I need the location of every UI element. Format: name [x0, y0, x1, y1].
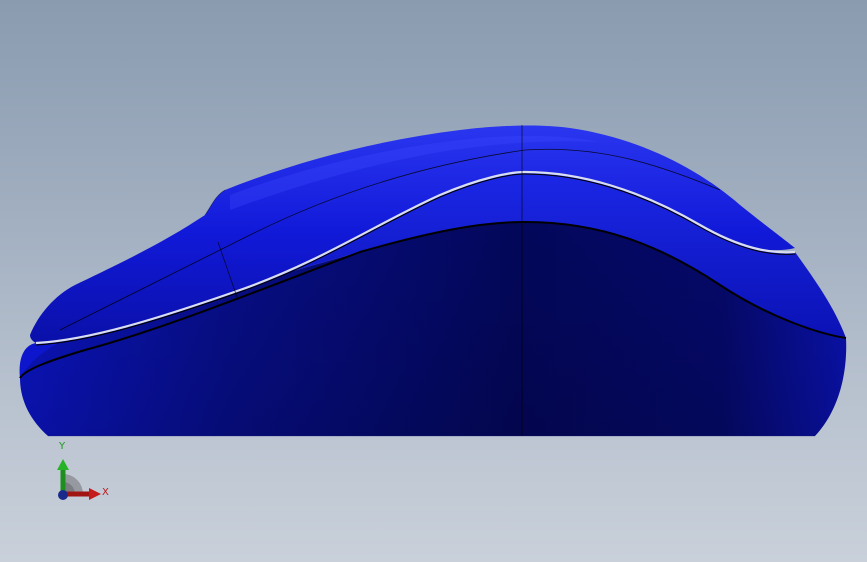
y-axis-label: Y	[59, 441, 66, 452]
triad-graphic	[57, 459, 101, 500]
x-axis-label: X	[102, 487, 109, 498]
axis-triad: Y X	[44, 440, 124, 510]
origin-icon	[58, 490, 68, 500]
graphics-viewport[interactable]: Y X	[0, 0, 867, 562]
mouse-model[interactable]	[0, 0, 867, 562]
